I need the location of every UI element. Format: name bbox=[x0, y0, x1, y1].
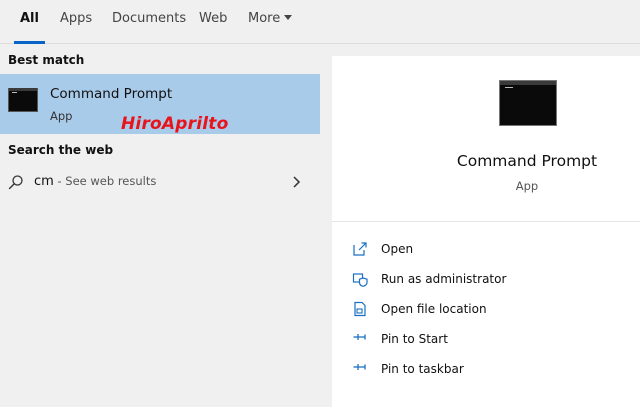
web-result-text: cm - See web results bbox=[34, 174, 156, 189]
action-run-as-administrator[interactable]: Run as administrator bbox=[352, 267, 632, 291]
action-pin-to-start[interactable]: Pin to Start bbox=[352, 327, 632, 351]
best-match-subtitle: App bbox=[50, 109, 73, 123]
action-pin-to-taskbar-label: Pin to taskbar bbox=[381, 362, 464, 376]
tab-apps[interactable]: Apps bbox=[60, 0, 92, 44]
watermark-text: HiroAprilto bbox=[121, 114, 229, 134]
tab-more-label: More bbox=[248, 11, 281, 26]
shield-icon bbox=[352, 273, 368, 287]
pin-icon bbox=[353, 334, 366, 340]
best-match-heading: Best match bbox=[8, 53, 85, 67]
preview-title: Command Prompt bbox=[456, 152, 598, 170]
web-result-item[interactable]: cm - See web results bbox=[0, 166, 320, 198]
action-pin-to-taskbar[interactable]: Pin to taskbar bbox=[352, 357, 632, 381]
open-icon bbox=[353, 242, 367, 256]
search-web-heading: Search the web bbox=[8, 143, 114, 157]
web-result-suffix: - See web results bbox=[53, 174, 157, 188]
action-open-label: Open bbox=[381, 242, 414, 256]
caret-down-icon bbox=[284, 15, 293, 20]
results-pane: Best match Command Prompt App HiroAprilt… bbox=[0, 45, 320, 407]
chevron-right-icon[interactable] bbox=[291, 175, 301, 189]
tab-documents[interactable]: Documents bbox=[112, 0, 186, 44]
divider bbox=[332, 221, 640, 222]
action-open[interactable]: Open bbox=[352, 237, 632, 261]
tab-all[interactable]: All bbox=[14, 0, 45, 44]
action-run-as-administrator-label: Run as administrator bbox=[381, 272, 507, 286]
preview-pane: Command Prompt App Open Run as administr… bbox=[332, 56, 640, 407]
action-open-file-location[interactable]: Open file location bbox=[352, 297, 632, 321]
best-match-title: Command Prompt bbox=[50, 86, 173, 102]
action-pin-to-start-label: Pin to Start bbox=[381, 332, 448, 346]
preview-subtitle: App bbox=[515, 179, 539, 193]
search-icon bbox=[8, 175, 23, 190]
best-match-item[interactable]: Command Prompt App HiroAprilto bbox=[0, 74, 320, 134]
pin-icon bbox=[353, 364, 366, 370]
command-prompt-icon bbox=[8, 88, 38, 112]
tab-more[interactable]: More bbox=[248, 0, 293, 44]
search-tabs: All Apps Documents Web More bbox=[0, 0, 640, 44]
command-prompt-large-icon bbox=[499, 80, 557, 126]
file-location-icon bbox=[354, 301, 366, 317]
tab-web[interactable]: Web bbox=[199, 0, 227, 44]
action-open-file-location-label: Open file location bbox=[381, 302, 487, 316]
web-query: cm bbox=[34, 174, 54, 189]
